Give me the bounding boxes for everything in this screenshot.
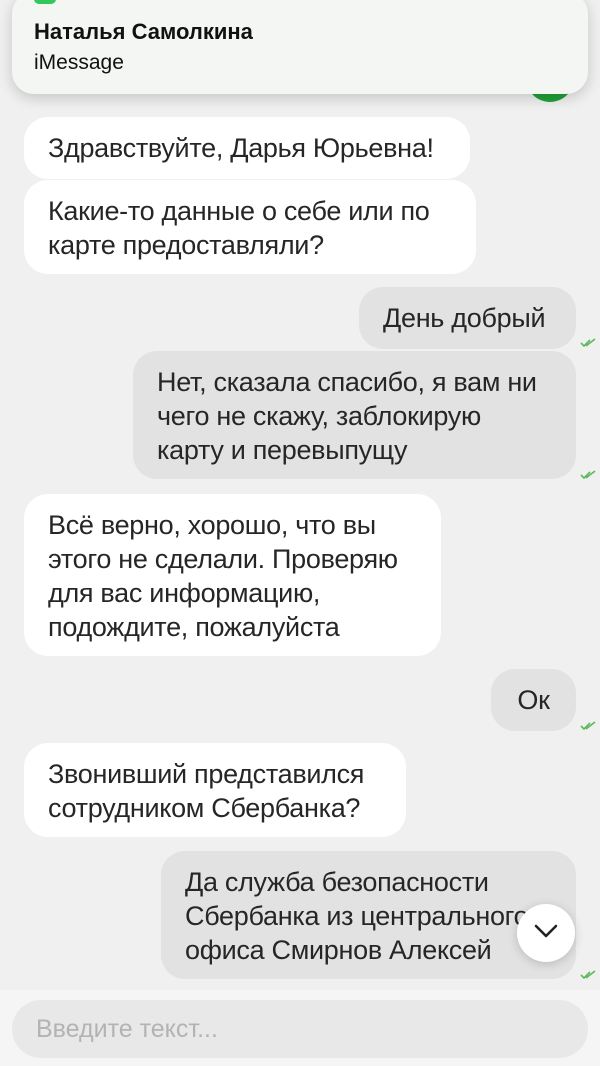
- chevron-down-icon: [534, 924, 558, 943]
- notification-banner[interactable]: Наталья Самолкина iMessage: [12, 0, 588, 94]
- message-bubble-outgoing: Нет, сказала спасибо, я вам ни чего не с…: [133, 351, 576, 479]
- message-input[interactable]: [12, 1000, 588, 1058]
- notification-title: Наталья Самолкина: [34, 19, 253, 44]
- double-check-icon: [580, 470, 598, 482]
- message-bubble-outgoing: День добрый: [359, 287, 576, 349]
- double-check-icon: [580, 338, 598, 350]
- chat-area: Здравствуйте, Дарья Юрьевна! Какие-то да…: [0, 0, 600, 990]
- messages-app-icon: [34, 0, 56, 4]
- message-bubble-outgoing: Да служба безопасности Сбербанка из цент…: [161, 851, 576, 979]
- double-check-icon: [580, 721, 598, 733]
- scroll-down-button[interactable]: [517, 904, 575, 962]
- message-bubble-incoming: Всё верно, хорошо, что вы этого не сдела…: [24, 494, 441, 656]
- message-composer: [0, 990, 600, 1066]
- message-bubble-incoming: Здравствуйте, Дарья Юрьевна!: [24, 117, 470, 179]
- notification-subtitle: iMessage: [34, 51, 124, 74]
- message-bubble-outgoing: Ок: [491, 669, 576, 731]
- message-bubble-incoming: Звонивший представился сотрудником Сберб…: [24, 743, 406, 837]
- message-bubble-incoming: Какие-то данные о себе или по карте пред…: [24, 180, 476, 274]
- double-check-icon: [580, 970, 598, 982]
